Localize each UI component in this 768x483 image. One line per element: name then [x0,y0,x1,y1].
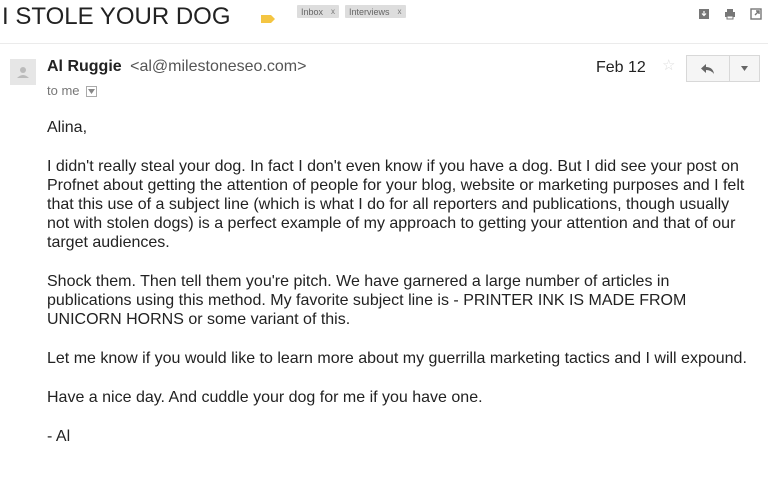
label-interviews[interactable]: Interviews x [345,5,406,18]
label-inbox[interactable]: Inbox x [297,5,340,18]
label-list: Inbox x Interviews x [297,5,406,18]
body-paragraph: Let me know if you would like to learn m… [47,350,747,367]
sender: Al Ruggie <al@milestoneseo.com> [47,57,306,77]
body-signature: - Al [47,428,71,445]
label-inbox-text: Inbox [301,6,324,17]
archive-icon[interactable] [698,8,710,20]
sender-name[interactable]: Al Ruggie [47,58,122,75]
more-options-button[interactable] [730,55,760,82]
chevron-down-icon [87,88,95,94]
message-body: Alina, I didn't really steal your dog. I… [47,118,752,466]
body-paragraph: Have a nice day. And cuddle your dog for… [47,389,483,406]
print-icon[interactable] [724,8,736,20]
message-date: Feb 12 [596,59,646,76]
body-paragraph: Shock them. Then tell them you're pitch.… [47,273,687,328]
body-greeting: Alina, [47,119,88,136]
header-divider [0,43,768,44]
email-view: I STOLE YOUR DOG Inbox x Interviews x Al… [0,0,768,483]
label-inbox-remove[interactable]: x [331,7,335,16]
star-icon[interactable]: ☆ [662,56,675,74]
importance-marker-icon[interactable] [261,15,275,23]
chevron-down-icon [741,66,748,71]
reply-icon [701,63,714,74]
subject-title: I STOLE YOUR DOG [2,3,231,30]
show-details-button[interactable] [85,85,97,97]
subject-bar: I STOLE YOUR DOG Inbox x Interviews x [0,0,768,36]
avatar [10,59,36,85]
top-actions [698,8,762,20]
sender-email: <al@milestoneseo.com> [130,58,307,75]
recipient: to me [47,83,97,99]
new-window-icon[interactable] [750,8,762,20]
recipient-text: to me [47,83,80,98]
label-interviews-remove[interactable]: x [398,7,402,16]
reply-button-group [686,55,760,82]
body-paragraph: I didn't really steal your dog. In fact … [47,158,745,251]
label-interviews-text: Interviews [349,6,390,17]
reply-button[interactable] [686,55,730,82]
